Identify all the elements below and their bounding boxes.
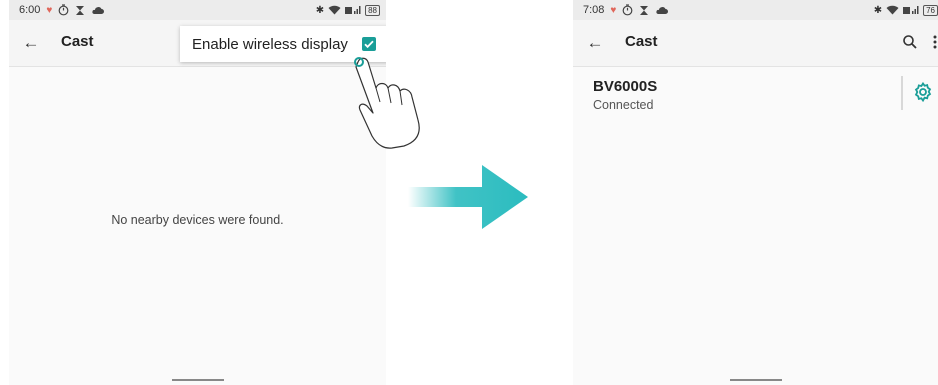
status-time: 6:00 [19, 4, 41, 16]
back-arrow-icon[interactable]: ← [19, 31, 43, 55]
cloud-icon [656, 6, 669, 14]
list-item-device[interactable]: BV6000S Connected [573, 70, 938, 120]
gesture-nav-handle[interactable] [171, 379, 224, 381]
cloud-icon [92, 6, 105, 14]
bluetooth-icon: ✱ [873, 4, 883, 16]
hourglass-icon [640, 5, 649, 15]
divider [901, 76, 903, 110]
back-arrow-icon[interactable]: ← [583, 31, 607, 55]
timer-icon [622, 4, 633, 16]
status-time: 7:08 [583, 4, 605, 16]
status-bar: 6:00 ♥ ✱ 88 [9, 0, 386, 20]
status-bar: 7:08 ♥ ✱ 76 [573, 0, 938, 20]
battery-icon: 88 [365, 4, 380, 16]
app-bar: ← Cast [573, 20, 938, 67]
wifi-icon [886, 5, 899, 15]
phone-screen-before: 6:00 ♥ ✱ 88 ← Cast Enable wireless displ… [9, 0, 386, 385]
gesture-nav-handle[interactable] [729, 379, 782, 381]
heart-icon: ♥ [610, 4, 617, 16]
page-title: Cast [61, 33, 94, 50]
menu-item-label: Enable wireless display [192, 35, 348, 53]
wifi-icon [328, 5, 341, 15]
device-name: BV6000S [593, 78, 658, 95]
empty-state-message: No nearby devices were found. [111, 213, 284, 227]
hourglass-icon [76, 5, 85, 15]
device-status: Connected [593, 98, 654, 112]
right-arrow-icon [408, 165, 528, 229]
battery-icon: 76 [923, 4, 938, 16]
page-title: Cast [625, 33, 658, 50]
signal-icon [903, 6, 919, 14]
search-icon[interactable] [902, 34, 918, 50]
checkbox-icon[interactable] [362, 37, 376, 51]
more-vert-icon[interactable] [932, 34, 938, 50]
bluetooth-icon: ✱ [315, 4, 325, 16]
gear-icon[interactable] [913, 82, 933, 102]
phone-screen-after: 7:08 ♥ ✱ 76 ← Cast BV6000S Connected [573, 0, 938, 385]
timer-icon [58, 4, 69, 16]
signal-icon [345, 6, 361, 14]
heart-icon: ♥ [46, 4, 53, 16]
pointing-hand-icon [354, 57, 420, 149]
